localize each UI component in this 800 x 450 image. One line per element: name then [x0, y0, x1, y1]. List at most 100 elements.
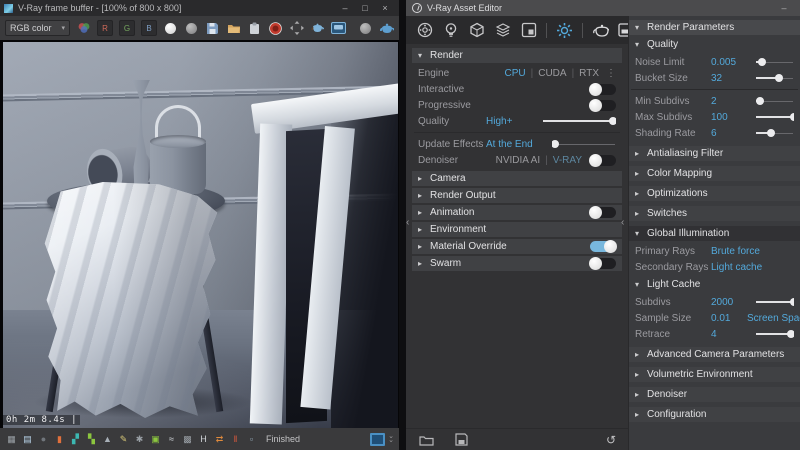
section-antialiasing-filter[interactable]: Antialiasing Filter — [629, 146, 800, 161]
retrace-slider[interactable] — [755, 330, 794, 339]
section-environment[interactable]: Environment — [412, 222, 622, 237]
secondary-rays-value[interactable]: Light cache — [711, 262, 762, 273]
red-channel-button[interactable]: R — [97, 20, 113, 36]
sample-size-value[interactable]: 0.01 — [711, 313, 747, 324]
green-channel-button[interactable]: G — [119, 20, 135, 36]
max-subdivs-slider[interactable] — [755, 113, 794, 122]
white-balance-icon[interactable]: ▲ — [101, 432, 114, 446]
collapse-panel-left-icon[interactable]: ‹ — [406, 218, 409, 228]
update-effects-slider[interactable] — [552, 140, 616, 149]
section-animation[interactable]: Animation — [412, 205, 622, 220]
section-swarm[interactable]: Swarm — [412, 256, 622, 271]
section-denoiser[interactable]: Denoiser — [629, 387, 800, 402]
section-optimizations[interactable]: Optimizations — [629, 186, 800, 201]
light-cache-subheader[interactable]: Light Cache — [629, 277, 800, 292]
material-override-toggle[interactable] — [590, 241, 616, 252]
rgb-channels-icon[interactable] — [76, 21, 91, 36]
quality-slider[interactable] — [542, 117, 616, 126]
settings-icon[interactable] — [556, 22, 573, 39]
render-teapot-button[interactable] — [592, 22, 609, 39]
display-window-icon[interactable] — [331, 21, 346, 36]
noise-limit-value[interactable]: 0.005 — [711, 57, 747, 68]
grey-sphere-icon[interactable] — [184, 21, 199, 36]
sharpen-icon[interactable]: ✱ — [133, 432, 146, 446]
lc-subdivs-slider[interactable] — [755, 298, 794, 307]
animation-toggle[interactable] — [590, 207, 616, 218]
open-image-button[interactable] — [226, 21, 241, 36]
section-advanced-camera[interactable]: Advanced Camera Parameters — [629, 347, 800, 362]
collapse-panel-divider-icon[interactable]: ‹ — [621, 218, 624, 228]
stop-render-icon[interactable]: ‖ — [229, 432, 242, 446]
section-camera[interactable]: Camera — [412, 171, 622, 186]
lut-icon[interactable]: ▣ — [149, 432, 162, 446]
textures-icon[interactable] — [520, 22, 537, 39]
annotate-pencil-icon[interactable]: ✎ — [117, 432, 130, 446]
shading-rate-value[interactable]: 6 — [711, 128, 747, 139]
denoiser-toggle[interactable] — [590, 155, 616, 166]
color-corrections-icon[interactable]: ▞ — [69, 432, 82, 446]
blue-channel-button[interactable]: B — [141, 20, 157, 36]
curve-icon[interactable]: ≈ — [165, 432, 178, 446]
shading-rate-slider[interactable] — [755, 129, 794, 138]
primary-rays-value[interactable]: Brute force — [711, 246, 760, 257]
engine-option-rtx[interactable]: RTX — [579, 68, 599, 79]
exposure-icon[interactable]: ▚ — [85, 432, 98, 446]
background-image-icon[interactable]: ▩ — [181, 432, 194, 446]
geometry-icon[interactable] — [468, 22, 485, 39]
sample-size-mode-dropdown[interactable]: Screen Space — [747, 313, 800, 324]
render-image[interactable]: 0h 2m 8.4s | — [3, 42, 398, 428]
histogram-icon[interactable]: ▮ — [53, 432, 66, 446]
lights-icon[interactable] — [442, 22, 459, 39]
info-icon[interactable]: ● — [37, 432, 50, 446]
section-volumetric-environment[interactable]: Volumetric Environment — [629, 367, 800, 382]
channel-select-dropdown[interactable]: RGB color ▾ — [5, 20, 70, 36]
material-sphere-icon[interactable] — [358, 21, 373, 36]
render-elements-icon[interactable] — [494, 22, 511, 39]
save-settings-icon[interactable] — [453, 431, 470, 448]
section-render-output[interactable]: Render Output — [412, 188, 622, 203]
revert-icon[interactable]: ↺ — [606, 433, 616, 447]
engine-option-cpu[interactable]: CPU — [504, 68, 525, 79]
record-button[interactable] — [268, 21, 283, 36]
buffer-icon[interactable]: ▦ — [5, 432, 18, 446]
section-global-illumination[interactable]: Global Illumination — [629, 226, 800, 241]
engine-option-cuda[interactable]: CUDA — [538, 68, 566, 79]
denoiser-option-nvidia[interactable]: NVIDIA AI — [496, 155, 540, 166]
bucket-size-slider[interactable] — [755, 74, 794, 83]
noise-limit-slider[interactable] — [755, 58, 794, 67]
max-subdivs-value[interactable]: 100 — [711, 112, 747, 123]
min-subdivs-value[interactable]: 2 — [711, 96, 747, 107]
engine-menu-icon[interactable]: ⋮ — [606, 68, 616, 79]
min-subdivs-slider[interactable] — [755, 97, 794, 106]
retrace-value[interactable]: 4 — [711, 329, 747, 340]
history-h-icon[interactable]: H — [197, 432, 210, 446]
denoiser-option-vray[interactable]: V-RAY — [553, 155, 582, 166]
quality-subheader[interactable]: Quality — [629, 37, 800, 52]
lc-subdivs-value[interactable]: 2000 — [711, 297, 747, 308]
minimize-button[interactable]: – — [774, 1, 794, 15]
minimize-button[interactable]: – — [335, 1, 355, 15]
ab-compare-icon[interactable]: ⇄ — [213, 432, 226, 446]
interactive-toggle[interactable] — [590, 84, 616, 95]
last-render-icon[interactable]: ▫ — [245, 432, 258, 446]
progressive-toggle[interactable] — [590, 100, 616, 111]
render-parameters-header[interactable]: Render Parameters — [629, 20, 800, 35]
open-settings-icon[interactable] — [418, 431, 435, 448]
section-material-override[interactable]: Material Override — [412, 239, 622, 254]
pan-icon[interactable] — [289, 21, 304, 36]
white-balance-icon[interactable] — [163, 21, 178, 36]
clipboard-button[interactable] — [247, 21, 262, 36]
section-color-mapping[interactable]: Color Mapping — [629, 166, 800, 181]
save-image-button[interactable] — [205, 21, 220, 36]
section-render[interactable]: Render — [412, 48, 622, 63]
frame-buffer-mini-icon[interactable] — [370, 433, 385, 446]
section-configuration[interactable]: Configuration — [629, 407, 800, 422]
render-last-teapot-button[interactable] — [379, 21, 394, 36]
close-button[interactable]: × — [375, 1, 395, 15]
expand-statusbar-icon[interactable]: ⌄⌄ — [388, 435, 394, 443]
materials-icon[interactable] — [416, 22, 433, 39]
section-switches[interactable]: Switches — [629, 206, 800, 221]
swarm-toggle[interactable] — [590, 258, 616, 269]
compare-icon[interactable]: ▤ — [21, 432, 34, 446]
quality-value[interactable]: High+ — [486, 116, 534, 127]
